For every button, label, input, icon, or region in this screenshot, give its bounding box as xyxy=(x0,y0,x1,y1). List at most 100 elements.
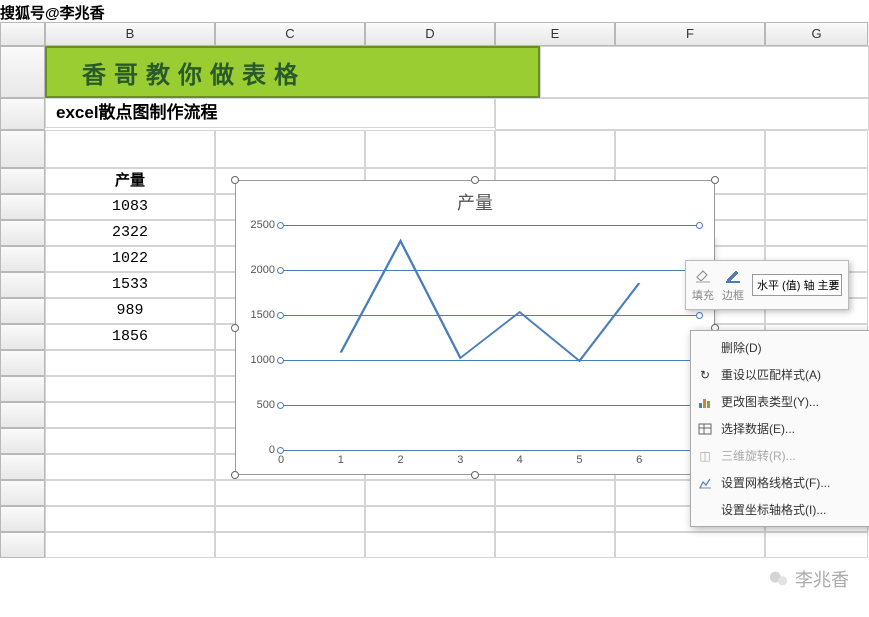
outline-label: 边框 xyxy=(722,287,744,303)
cell[interactable] xyxy=(45,480,215,506)
row-header[interactable] xyxy=(0,532,45,558)
fill-button[interactable]: 填充 xyxy=(692,267,714,303)
cell[interactable] xyxy=(495,98,869,130)
gridline[interactable] xyxy=(281,450,699,451)
row-header[interactable] xyxy=(0,350,45,376)
cell[interactable] xyxy=(765,194,868,220)
col-header-e[interactable]: E xyxy=(495,22,615,46)
row-header[interactable] xyxy=(0,480,45,506)
row-header-corner[interactable] xyxy=(0,22,45,46)
row-header[interactable] xyxy=(0,98,45,130)
cell[interactable] xyxy=(45,532,215,558)
cell[interactable] xyxy=(540,46,869,98)
cell[interactable] xyxy=(495,480,615,506)
cell[interactable] xyxy=(365,532,495,558)
cell[interactable] xyxy=(615,532,765,558)
x-tick-label: 1 xyxy=(338,454,344,466)
cell[interactable] xyxy=(765,130,868,168)
fill-label: 填充 xyxy=(692,287,714,303)
data-cell[interactable]: 1083 xyxy=(45,194,215,220)
data-header-cell[interactable]: 产量 xyxy=(45,168,215,194)
chart-series-line[interactable] xyxy=(281,225,699,450)
cell[interactable] xyxy=(615,130,765,168)
menu-select-data[interactable]: 选择数据(E)... xyxy=(691,415,869,442)
col-header-f[interactable]: F xyxy=(615,22,765,46)
data-cell[interactable]: 1856 xyxy=(45,324,215,350)
wechat-icon xyxy=(768,568,790,590)
y-tick-label: 2500 xyxy=(251,219,275,231)
selection-handle[interactable] xyxy=(471,471,479,479)
chart-title[interactable]: 产量 xyxy=(236,181,714,220)
cell[interactable] xyxy=(765,168,868,194)
chart-element-selector[interactable]: 水平 (值) 轴 主要 xyxy=(752,274,842,296)
row-header[interactable] xyxy=(0,194,45,220)
col-header-g[interactable]: G xyxy=(765,22,868,46)
cell[interactable] xyxy=(45,454,215,480)
data-cell[interactable]: 1533 xyxy=(45,272,215,298)
col-header-c[interactable]: C xyxy=(215,22,365,46)
x-tick-label: 3 xyxy=(457,454,463,466)
cell[interactable] xyxy=(45,350,215,376)
selection-handle[interactable] xyxy=(231,471,239,479)
cell[interactable] xyxy=(495,532,615,558)
menu-delete[interactable]: 删除(D) xyxy=(691,334,869,361)
cell[interactable] xyxy=(365,506,495,532)
cell[interactable] xyxy=(765,220,868,246)
x-tick-label: 0 xyxy=(278,454,284,466)
x-tick-label: 6 xyxy=(636,454,642,466)
cell[interactable] xyxy=(215,532,365,558)
cell[interactable] xyxy=(45,506,215,532)
cell[interactable] xyxy=(215,130,365,168)
data-cell[interactable]: 2322 xyxy=(45,220,215,246)
selection-handle[interactable] xyxy=(471,176,479,184)
row-header[interactable] xyxy=(0,402,45,428)
selection-handle[interactable] xyxy=(231,176,239,184)
x-tick-label: 4 xyxy=(517,454,523,466)
y-tick-label: 1500 xyxy=(251,309,275,321)
row-header[interactable] xyxy=(0,454,45,480)
selection-handle[interactable] xyxy=(711,176,719,184)
cell[interactable] xyxy=(495,130,615,168)
row-header[interactable] xyxy=(0,46,45,98)
watermark-top: 搜狐号@李兆香 xyxy=(0,2,105,23)
row-header[interactable] xyxy=(0,168,45,194)
cell[interactable] xyxy=(495,506,615,532)
banner-title[interactable]: 香哥教你做表格 xyxy=(45,46,540,98)
row-header[interactable] xyxy=(0,506,45,532)
cell[interactable] xyxy=(365,480,495,506)
cell[interactable] xyxy=(45,402,215,428)
cell[interactable] xyxy=(365,130,495,168)
row-header[interactable] xyxy=(0,324,45,350)
pen-icon xyxy=(723,267,743,285)
data-cell[interactable]: 989 xyxy=(45,298,215,324)
row-header[interactable] xyxy=(0,298,45,324)
menu-gridline-format[interactable]: 设置网格线格式(F)... xyxy=(691,469,869,496)
menu-axis-format[interactable]: 设置坐标轴格式(I)... xyxy=(691,496,869,523)
y-tick-label: 0 xyxy=(269,444,275,456)
cell[interactable] xyxy=(765,532,868,558)
row-header[interactable] xyxy=(0,272,45,298)
chart-object[interactable]: 产量 2500 2000 1500 1000 500 0 0 1 2 3 4 5… xyxy=(235,180,715,475)
row-header[interactable] xyxy=(0,220,45,246)
subtitle-cell[interactable]: excel散点图制作流程 xyxy=(45,98,495,128)
cell[interactable] xyxy=(45,376,215,402)
row-header[interactable] xyxy=(0,376,45,402)
selection-handle[interactable] xyxy=(231,324,239,332)
outline-button[interactable]: 边框 xyxy=(722,267,744,303)
row-header[interactable] xyxy=(0,428,45,454)
row-header[interactable] xyxy=(0,130,45,168)
cell[interactable] xyxy=(215,506,365,532)
reset-icon: ↻ xyxy=(697,367,713,383)
y-tick-label: 1000 xyxy=(251,354,275,366)
table-icon xyxy=(697,421,713,437)
col-header-d[interactable]: D xyxy=(365,22,495,46)
cell[interactable] xyxy=(45,428,215,454)
plot-area[interactable]: 2500 2000 1500 1000 500 0 0 1 2 3 4 5 6 … xyxy=(281,225,699,450)
cell[interactable] xyxy=(215,480,365,506)
data-cell[interactable]: 1022 xyxy=(45,246,215,272)
col-header-b[interactable]: B xyxy=(45,22,215,46)
menu-reset-style[interactable]: ↻ 重设以匹配样式(A) xyxy=(691,361,869,388)
cell[interactable] xyxy=(45,130,215,168)
row-header[interactable] xyxy=(0,246,45,272)
menu-change-chart-type[interactable]: 更改图表类型(Y)... xyxy=(691,388,869,415)
